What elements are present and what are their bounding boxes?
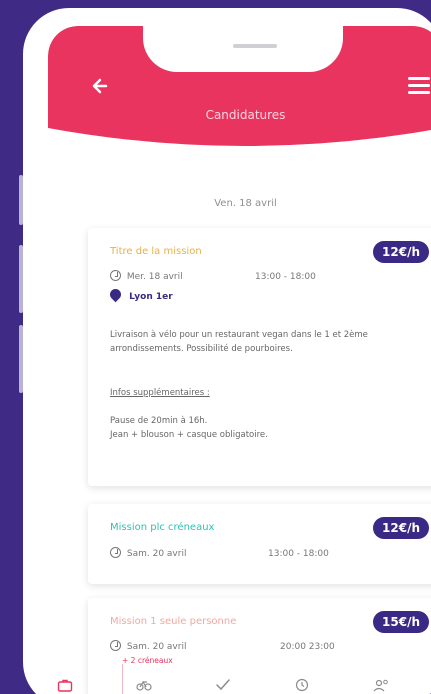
mission-date-row: Mer. 18 avril (110, 270, 183, 282)
header: Candidatures (48, 26, 431, 176)
clock-icon (110, 270, 121, 281)
mission-title: Titre de la mission (110, 246, 202, 257)
arrow-left-icon[interactable] (88, 76, 110, 96)
bottom-navigation (25, 674, 420, 694)
mission-title: Mission plc créneaux (110, 522, 215, 533)
mission-location-row: Lyon 1er (107, 286, 173, 303)
mission-date: Mer. 18 avril (126, 272, 183, 282)
mission-time: 13:00 - 18:00 (255, 272, 316, 282)
clock-icon (110, 547, 121, 558)
mission-date: Sam. 20 avril (126, 549, 187, 559)
app-screen: Candidatures Ven. 18 avril Titre de la m… (48, 26, 431, 694)
clock-icon (110, 640, 121, 651)
mission-location: Lyon 1er (129, 292, 173, 302)
phone-frame: Candidatures Ven. 18 avril Titre de la m… (23, 8, 431, 694)
mission-date-row: Sam. 20 avril (110, 640, 186, 652)
hamburger-menu-icon[interactable] (408, 77, 430, 94)
bike-icon[interactable] (135, 677, 152, 691)
mission-title: Mission 1 seule personne (110, 616, 237, 627)
mission-date-row: Sam. 20 avril (110, 547, 186, 559)
mission-time: 13:00 - 18:00 (268, 549, 329, 559)
infos-link[interactable]: Infos supplémentaires : (110, 388, 210, 398)
page-title: Candidatures (205, 108, 286, 122)
mission-card[interactable]: Titre de la mission 12€/h Mer. 18 avril … (88, 228, 431, 486)
mission-time: 20:00 23:00 (280, 642, 335, 652)
extra-slots[interactable]: + 2 créneaux (122, 656, 173, 665)
date-heading: Ven. 18 avril (214, 198, 277, 209)
rate-badge: 12€/h (373, 517, 429, 539)
location-pin-icon (107, 286, 124, 303)
phone-notch (143, 26, 343, 72)
briefcase-icon[interactable] (57, 677, 73, 692)
infos-text: Pause de 20min à 16h. Jean + blouson + c… (110, 416, 268, 440)
mission-date: Sam. 20 avril (126, 642, 187, 652)
check-icon[interactable] (215, 677, 231, 691)
profile-settings-icon[interactable] (373, 677, 389, 692)
rate-badge: 12€/h (373, 241, 429, 263)
mission-description: Livraison à vélo pour un restaurant vega… (110, 330, 368, 354)
history-icon[interactable] (294, 677, 310, 692)
speaker (233, 44, 277, 48)
mission-card[interactable]: Mission plc créneaux 12€/h Sam. 20 avril… (88, 504, 431, 584)
rate-badge: 15€/h (373, 611, 429, 633)
